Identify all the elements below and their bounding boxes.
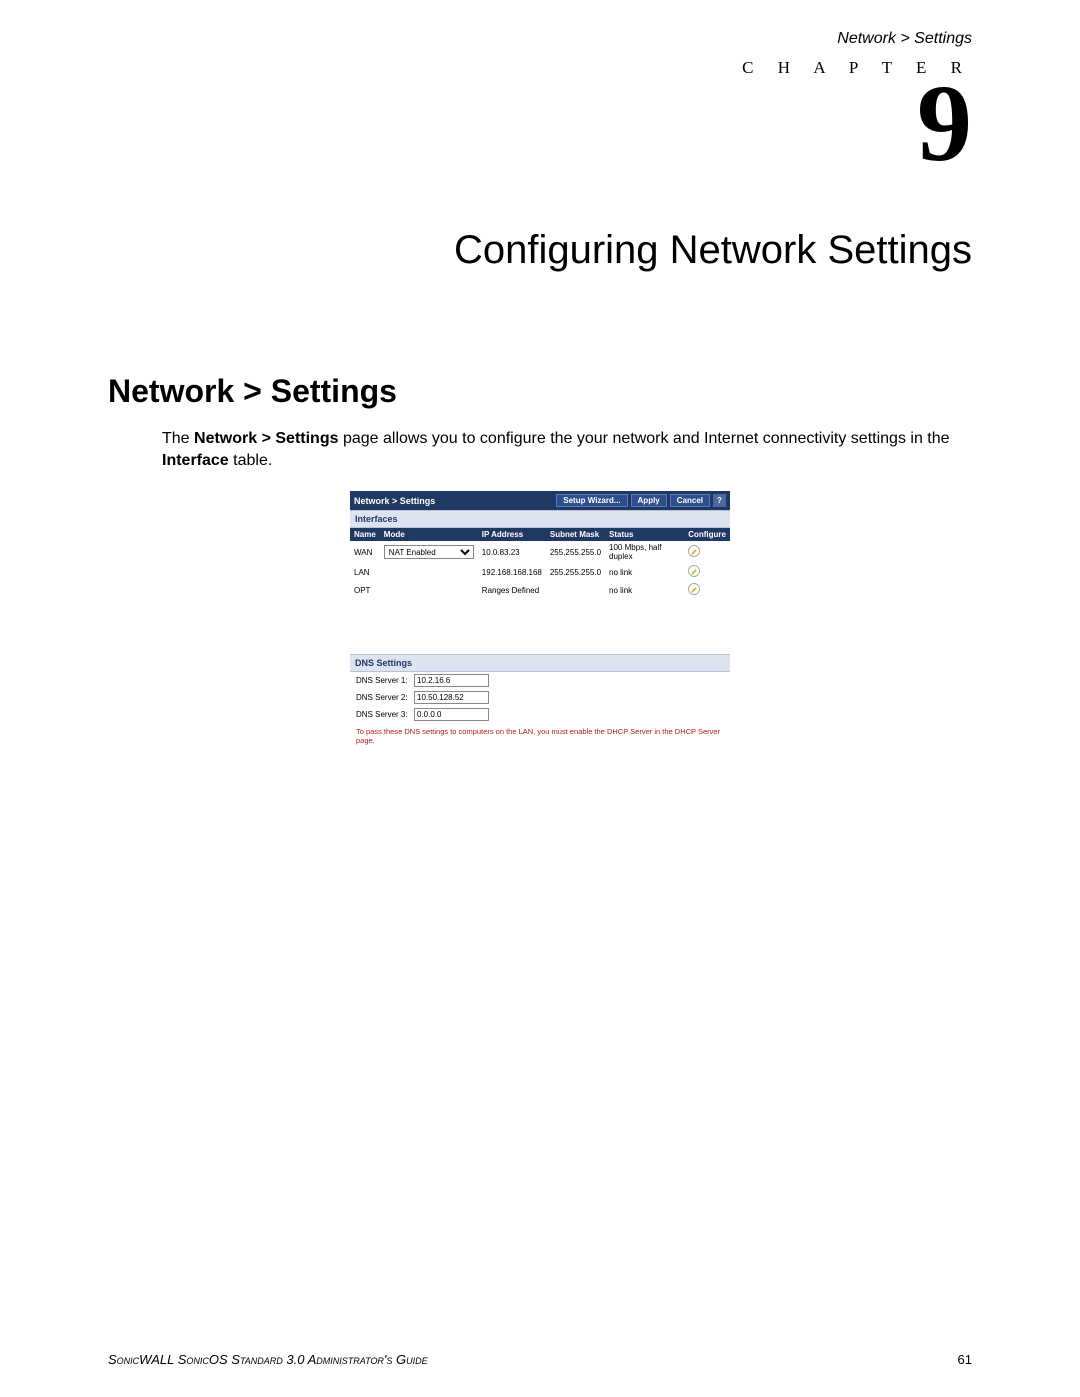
page-footer: SonicWALL SonicOS Standard 3.0 Administr…	[108, 1352, 972, 1367]
cell-status: no link	[605, 563, 684, 581]
cell-ip: 192.168.168.168	[478, 563, 546, 581]
configure-icon[interactable]	[688, 545, 700, 557]
col-mode: Mode	[380, 528, 478, 541]
body-bold: Network > Settings	[194, 430, 338, 447]
section-title: Network > Settings	[108, 373, 972, 410]
dns-label: DNS Server 3:	[356, 710, 414, 719]
dns-server-2-input[interactable]	[414, 691, 489, 704]
body-text: page allows you to configure the your ne…	[339, 430, 950, 447]
cell-status: no link	[605, 581, 684, 599]
col-name: Name	[350, 528, 380, 541]
configure-icon[interactable]	[688, 583, 700, 595]
cell-name: OPT	[350, 581, 380, 599]
footer-guide-title: SonicWALL SonicOS Standard 3.0 Administr…	[108, 1352, 428, 1367]
dns-server-1-input[interactable]	[414, 674, 489, 687]
help-button[interactable]: ?	[713, 494, 726, 507]
table-row: WAN NAT Enabled 10.0.83.23 255.255.255.0…	[350, 541, 730, 563]
mode-select[interactable]: NAT Enabled	[384, 545, 474, 559]
chapter-number: 9	[108, 68, 972, 178]
ui-title: Network > Settings	[354, 496, 553, 506]
cell-mask: 255.255.255.0	[546, 541, 605, 563]
header-breadcrumb: Network > Settings	[108, 30, 972, 48]
col-ip: IP Address	[478, 528, 546, 541]
table-row: LAN 192.168.168.168 255.255.255.0 no lin…	[350, 563, 730, 581]
body-text: The	[162, 430, 194, 447]
body-text: table.	[229, 452, 273, 469]
cell-name: LAN	[350, 563, 380, 581]
cell-name: WAN	[350, 541, 380, 563]
embedded-ui: Network > Settings Setup Wizard... Apply…	[350, 491, 730, 751]
cell-mask: 255.255.255.0	[546, 563, 605, 581]
apply-button[interactable]: Apply	[631, 494, 667, 507]
dns-row: DNS Server 1:	[350, 672, 730, 689]
cell-ip: Ranges Defined	[478, 581, 546, 599]
dns-label: DNS Server 1:	[356, 676, 414, 685]
body-bold: Interface	[162, 452, 229, 469]
ui-titlebar: Network > Settings Setup Wizard... Apply…	[350, 491, 730, 510]
cell-status: 100 Mbps, half duplex	[605, 541, 684, 563]
dns-row: DNS Server 2:	[350, 689, 730, 706]
cell-mode: NAT Enabled	[380, 541, 478, 563]
cancel-button[interactable]: Cancel	[670, 494, 710, 507]
body-paragraph: The Network > Settings page allows you t…	[162, 428, 972, 471]
dns-row: DNS Server 3:	[350, 706, 730, 723]
dns-note: To pass these DNS settings to computers …	[350, 723, 730, 751]
interfaces-section-header: Interfaces	[350, 510, 730, 528]
chapter-title: Configuring Network Settings	[108, 228, 972, 273]
configure-icon[interactable]	[688, 565, 700, 577]
dns-server-3-input[interactable]	[414, 708, 489, 721]
cell-ip: 10.0.83.23	[478, 541, 546, 563]
dns-label: DNS Server 2:	[356, 693, 414, 702]
table-row: OPT Ranges Defined no link	[350, 581, 730, 599]
page-number: 61	[958, 1352, 972, 1367]
setup-wizard-button[interactable]: Setup Wizard...	[556, 494, 627, 507]
dns-section-header: DNS Settings	[350, 654, 730, 672]
col-status: Status	[605, 528, 684, 541]
interfaces-table: Name Mode IP Address Subnet Mask Status …	[350, 528, 730, 599]
col-configure: Configure	[684, 528, 730, 541]
col-mask: Subnet Mask	[546, 528, 605, 541]
